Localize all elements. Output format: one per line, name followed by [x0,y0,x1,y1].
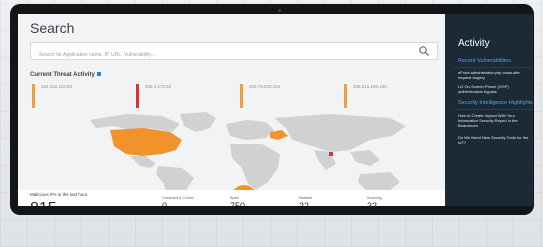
intel-item[interactable]: How to Create Impact With Your Informati… [458,113,532,128]
security-intelligence-heading[interactable]: Security Intelligence Highlights [458,100,533,106]
stat-spam[interactable]: Spam 750 [230,196,245,206]
threat-detail-placeholder [41,89,102,94]
map-southeast-asia [350,150,380,166]
activity-sidebar: Activity Recent Vulnerabilities eFront a… [445,14,533,206]
search-input[interactable] [31,47,419,63]
threat-card[interactable]: 229.73.203.154 [240,84,310,108]
divider [454,67,533,68]
map-greenland [180,112,216,132]
world-threat-map[interactable] [30,110,438,198]
stat-malware[interactable]: Malware 22 [299,196,312,206]
divider [454,109,533,110]
vulnerability-item[interactable]: LG On-Screen Phone (OSP) authentication … [458,84,532,94]
info-icon[interactable] [96,72,101,77]
threat-card[interactable]: 209.4.173.52 [136,84,206,108]
map-africa [230,144,280,190]
stat-command-control[interactable]: Command & Control 0 [162,196,194,206]
stat-label: Scanning [367,196,382,200]
map-highlight-red [329,152,333,156]
threat-detail-placeholder [145,89,206,94]
map-usa-highlight [110,128,182,156]
vulnerability-item[interactable]: eFront administrator.php cross-site requ… [458,70,532,80]
search-icon[interactable] [418,45,430,57]
stat-label: Malware [299,196,313,200]
threat-card[interactable]: 192.162.110.80 [32,84,102,108]
main-panel: Search Current Threat Activity 192.162.1… [18,14,445,206]
activity-title: Activity [458,38,490,49]
stat-label: Spam [230,196,240,200]
stat-value: 32 [367,201,378,206]
threat-card[interactable]: 208.215.190.180 [344,84,414,108]
search-box [30,42,438,63]
stat-scanning[interactable]: Scanning 32 [367,196,382,206]
stat-value: 0 [162,201,168,206]
malicious-ips-count: 815 [30,200,57,206]
intel-item[interactable]: Do We Need New Security Tools for the Io… [458,135,532,145]
stat-value: 750 [230,201,246,206]
map-central-america [130,156,156,168]
threat-activity-heading: Current Threat Activity [30,72,101,78]
threat-activity-label: Current Threat Activity [30,72,95,78]
map-australia [358,172,400,190]
stat-label: Command & Control [162,196,194,200]
dashboard-screen: Search Current Threat Activity 192.162.1… [18,14,533,206]
threat-detail-placeholder [249,89,310,94]
threat-detail-placeholder [353,89,414,94]
map-europe [226,120,274,140]
webcam-dot [278,9,281,12]
map-russia-asia [274,114,406,152]
map-ukraine-highlight [270,130,288,140]
recent-vulnerabilities-heading[interactable]: Recent Vulnerabilities [458,58,511,64]
malicious-ips-label: Malicious IPs in the last hour [30,192,88,197]
page-title: Search [30,20,75,36]
stat-value: 22 [299,201,310,206]
